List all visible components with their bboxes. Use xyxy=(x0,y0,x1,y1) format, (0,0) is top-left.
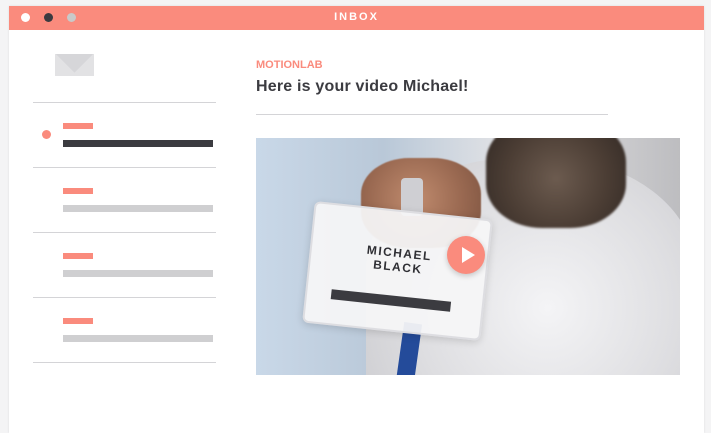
message-sender: MOTIONLAB xyxy=(256,59,323,71)
play-icon[interactable] xyxy=(447,236,485,274)
sender-placeholder xyxy=(63,318,93,324)
sender-placeholder xyxy=(63,123,93,129)
message-list-item[interactable] xyxy=(33,102,216,167)
mail-icon xyxy=(55,54,94,76)
badge-strip xyxy=(330,289,452,312)
message-subject: Here is your video Michael! xyxy=(256,78,469,95)
window-title: INBOX xyxy=(334,11,379,23)
video-player[interactable]: MICHAEL BLACK xyxy=(256,138,680,375)
message-list xyxy=(33,102,216,363)
subject-divider xyxy=(256,114,608,115)
subject-placeholder xyxy=(63,140,213,147)
email-window: INBOX MOTIONLAB Here is your video Micha… xyxy=(9,6,704,433)
sender-placeholder xyxy=(63,188,93,194)
unread-indicator xyxy=(42,130,51,139)
subject-placeholder xyxy=(63,335,213,342)
message-list-item[interactable] xyxy=(33,167,216,232)
video-thumbnail-person xyxy=(486,138,626,228)
subject-placeholder xyxy=(63,205,213,212)
sender-placeholder xyxy=(63,253,93,259)
message-list-item[interactable] xyxy=(33,297,216,363)
message-list-item[interactable] xyxy=(33,232,216,297)
subject-placeholder xyxy=(63,270,213,277)
window-titlebar: INBOX xyxy=(9,6,704,30)
